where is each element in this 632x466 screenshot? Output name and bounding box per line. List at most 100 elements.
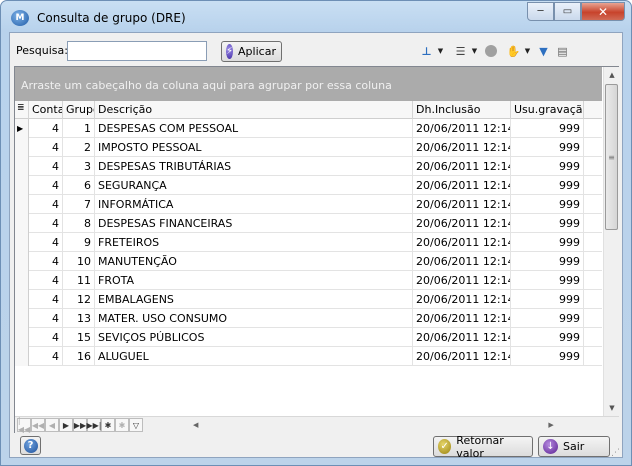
cell-descricao[interactable]: MANUTENÇÃO: [95, 252, 413, 271]
chevron-down-icon[interactable]: ▼: [435, 47, 446, 55]
column-header-dh-inclusao[interactable]: Dh.Inclusão: [413, 101, 511, 119]
row-indicator[interactable]: [15, 271, 29, 290]
cell-conta[interactable]: 4: [29, 309, 63, 328]
cell-descricao[interactable]: FRETEIROS: [95, 233, 413, 252]
cell-conta[interactable]: 4: [29, 176, 63, 195]
cell-descricao[interactable]: IMPOSTO PESSOAL: [95, 138, 413, 157]
row-indicator[interactable]: [15, 195, 29, 214]
cell-dh-inclusao[interactable]: 20/06/2011 12:14:4: [413, 233, 511, 252]
cell-dh-inclusao[interactable]: 20/06/2011 12:14:4: [413, 138, 511, 157]
cell-grupo[interactable]: 3: [63, 157, 95, 176]
cell-conta[interactable]: 4: [29, 157, 63, 176]
next-page-button[interactable]: ▶▶: [73, 418, 87, 432]
printer-icon[interactable]: ▤: [554, 43, 571, 60]
row-indicator[interactable]: [15, 157, 29, 176]
cell-usu-gravacao[interactable]: 999: [511, 195, 584, 214]
filter-record-button[interactable]: ▽: [129, 418, 143, 432]
cell-conta[interactable]: 4: [29, 252, 63, 271]
cell-dh-inclusao[interactable]: 20/06/2011 12:14:4: [413, 271, 511, 290]
cell-conta[interactable]: 4: [29, 290, 63, 309]
cell-usu-gravacao[interactable]: 999: [511, 290, 584, 309]
cell-descricao[interactable]: DESPESAS COM PESSOAL: [95, 119, 413, 138]
cell-conta[interactable]: 4: [29, 271, 63, 290]
cell-grupo[interactable]: 9: [63, 233, 95, 252]
help-button[interactable]: ?: [20, 436, 41, 455]
cell-dh-inclusao[interactable]: 20/06/2011 12:14:4: [413, 214, 511, 233]
cell-grupo[interactable]: 13: [63, 309, 95, 328]
table-row[interactable]: 42IMPOSTO PESSOAL20/06/2011 12:14:4999: [15, 138, 602, 157]
edit-record-button[interactable]: ✱: [115, 418, 129, 432]
cell-conta[interactable]: 4: [29, 347, 63, 366]
scroll-left-icon[interactable]: ◀: [193, 421, 198, 429]
resize-grip-icon[interactable]: ⋰: [611, 448, 620, 458]
cell-grupo[interactable]: 7: [63, 195, 95, 214]
cell-conta[interactable]: 4: [29, 119, 63, 138]
row-indicator[interactable]: [15, 328, 29, 347]
cell-dh-inclusao[interactable]: 20/06/2011 12:14:4: [413, 195, 511, 214]
table-row[interactable]: 47INFORMÁTICA20/06/2011 12:14:4999: [15, 195, 602, 214]
scroll-up-icon[interactable]: ▲: [604, 67, 620, 83]
cell-conta[interactable]: 4: [29, 233, 63, 252]
column-header-usu-gravacao[interactable]: Usu.gravação: [511, 101, 584, 119]
vertical-scrollbar[interactable]: ▲ ≡ ▼: [603, 67, 619, 416]
cell-dh-inclusao[interactable]: 20/06/2011 12:14:4: [413, 309, 511, 328]
cell-usu-gravacao[interactable]: 999: [511, 176, 584, 195]
cell-grupo[interactable]: 10: [63, 252, 95, 271]
chevron-down-icon[interactable]: ▼: [522, 47, 533, 55]
row-indicator[interactable]: [15, 214, 29, 233]
cell-grupo[interactable]: 11: [63, 271, 95, 290]
cell-conta[interactable]: 4: [29, 195, 63, 214]
table-row[interactable]: 415SEVIÇOS PÚBLICOS20/06/2011 12:14:4999: [15, 328, 602, 347]
search-input[interactable]: [67, 41, 207, 61]
prev-page-button[interactable]: ◀◀: [31, 418, 45, 432]
cell-descricao[interactable]: DESPESAS FINANCEIRAS: [95, 214, 413, 233]
cell-descricao[interactable]: ALUGUEL: [95, 347, 413, 366]
table-row[interactable]: 416ALUGUEL20/06/2011 12:14:4999: [15, 347, 602, 366]
table-row[interactable]: 46SEGURANÇA20/06/2011 12:14:4999: [15, 176, 602, 195]
cell-descricao[interactable]: EMBALAGENS: [95, 290, 413, 309]
prev-record-button[interactable]: ◀: [45, 418, 59, 432]
maximize-button[interactable]: ▭: [554, 2, 581, 21]
cell-dh-inclusao[interactable]: 20/06/2011 12:14:4: [413, 347, 511, 366]
cell-dh-inclusao[interactable]: 20/06/2011 12:14:4: [413, 176, 511, 195]
row-indicator[interactable]: [15, 119, 29, 138]
row-indicator[interactable]: [15, 347, 29, 366]
scroll-right-icon[interactable]: ▶: [548, 421, 553, 429]
insert-record-button[interactable]: ✱: [101, 418, 115, 432]
table-row[interactable]: 410MANUTENÇÃO20/06/2011 12:14:4999: [15, 252, 602, 271]
table-row[interactable]: 49FRETEIROS20/06/2011 12:14:4999: [15, 233, 602, 252]
cell-dh-inclusao[interactable]: 20/06/2011 12:14:4: [413, 119, 511, 138]
first-page-button[interactable]: |◀◀: [17, 416, 31, 434]
exit-button[interactable]: ↓ Sair: [538, 436, 610, 457]
cell-grupo[interactable]: 12: [63, 290, 95, 309]
chevron-down-icon[interactable]: ▼: [469, 47, 480, 55]
table-row[interactable]: 413MATER. USO CONSUMO20/06/2011 12:14:49…: [15, 309, 602, 328]
hand-icon[interactable]: ✋: [505, 43, 522, 60]
table-row[interactable]: 412EMBALAGENS20/06/2011 12:14:4999: [15, 290, 602, 309]
cell-grupo[interactable]: 8: [63, 214, 95, 233]
row-indicator[interactable]: [15, 309, 29, 328]
apply-button[interactable]: ⚡ Aplicar: [221, 41, 282, 62]
cell-conta[interactable]: 4: [29, 138, 63, 157]
row-indicator[interactable]: [15, 252, 29, 271]
table-row[interactable]: 43DESPESAS TRIBUTÁRIAS20/06/2011 12:14:4…: [15, 157, 602, 176]
row-indicator[interactable]: [15, 290, 29, 309]
scroll-down-icon[interactable]: ▼: [604, 400, 620, 416]
column-chooser-icon[interactable]: ≣: [15, 101, 29, 119]
table-row[interactable]: 48DESPESAS FINANCEIRAS20/06/2011 12:14:4…: [15, 214, 602, 233]
cell-descricao[interactable]: MATER. USO CONSUMO: [95, 309, 413, 328]
filter-icon[interactable]: ▼: [535, 43, 552, 60]
column-header-descricao[interactable]: Descrição: [95, 101, 413, 119]
cell-usu-gravacao[interactable]: 999: [511, 347, 584, 366]
row-indicator[interactable]: [15, 176, 29, 195]
cell-grupo[interactable]: 15: [63, 328, 95, 347]
cell-usu-gravacao[interactable]: 999: [511, 138, 584, 157]
last-record-button[interactable]: ▶▶|: [87, 418, 102, 432]
column-header-grupo[interactable]: Grupo: [63, 101, 95, 119]
cell-usu-gravacao[interactable]: 999: [511, 119, 584, 138]
cell-grupo[interactable]: 1: [63, 119, 95, 138]
cell-usu-gravacao[interactable]: 999: [511, 309, 584, 328]
next-record-button[interactable]: ▶: [59, 418, 73, 432]
cell-usu-gravacao[interactable]: 999: [511, 252, 584, 271]
cell-usu-gravacao[interactable]: 999: [511, 157, 584, 176]
